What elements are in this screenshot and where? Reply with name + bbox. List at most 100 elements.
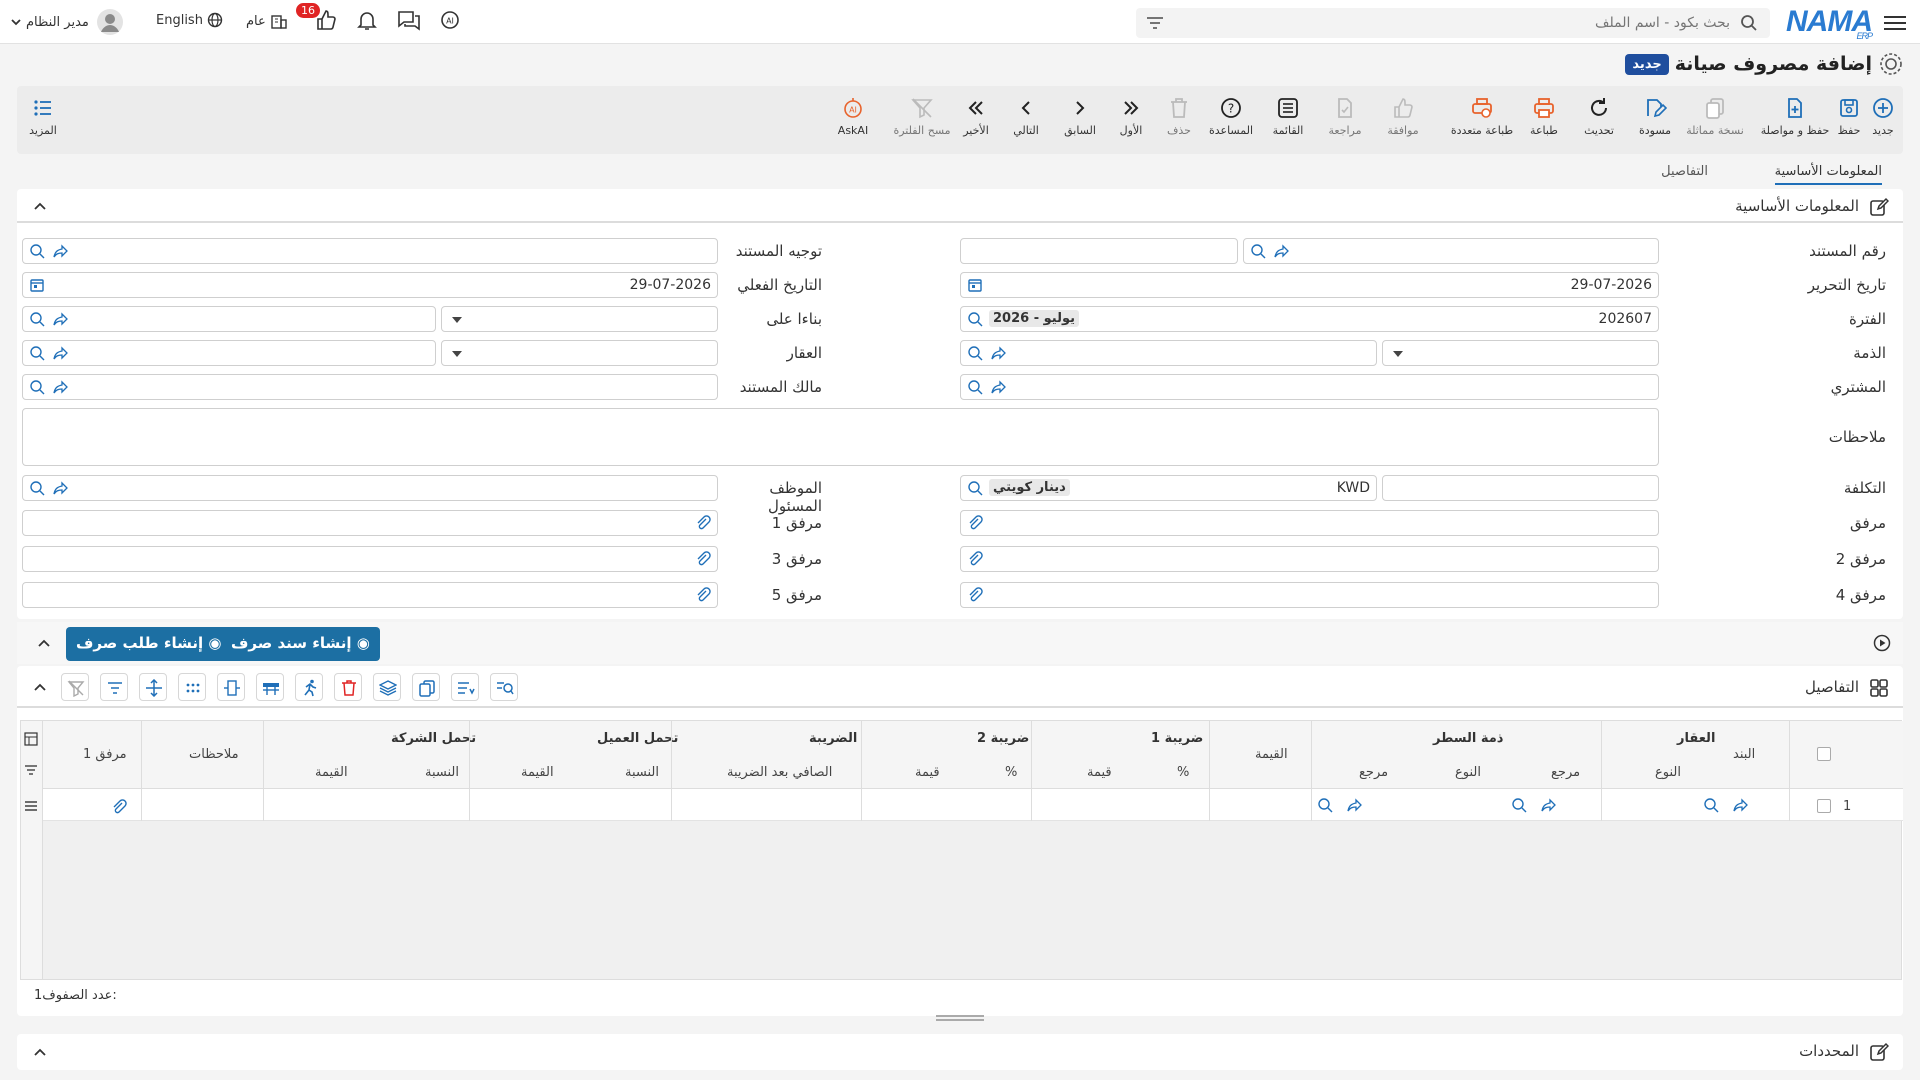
- actual-date-field[interactable]: 29-07-2026: [22, 272, 718, 298]
- create-payment-request-button[interactable]: إنشاء طلب صرف ◉: [66, 627, 232, 661]
- buyer-field[interactable]: [960, 374, 1659, 400]
- refresh-button[interactable]: تحديث: [1567, 96, 1631, 137]
- account-field[interactable]: [960, 340, 1377, 366]
- play-circle-icon[interactable]: [1873, 634, 1891, 652]
- grid-run-tool[interactable]: [295, 673, 323, 701]
- col-customer-ratio[interactable]: النسبة: [625, 765, 659, 780]
- paperclip-icon[interactable]: [111, 799, 127, 815]
- grid-move-tool[interactable]: [139, 673, 167, 701]
- currency-field[interactable]: KWD دينار كويتي: [960, 475, 1377, 501]
- bell-icon[interactable]: [355, 8, 379, 32]
- paperclip-icon[interactable]: [967, 587, 983, 603]
- share-arrow-icon[interactable]: [53, 480, 69, 496]
- ai-assistant-icon[interactable]: AI: [438, 8, 462, 32]
- table-layout-icon[interactable]: [24, 732, 38, 746]
- search-plus-icon[interactable]: [29, 311, 45, 327]
- col-attachment1[interactable]: مرفق 1: [83, 747, 127, 762]
- draft-button[interactable]: مسودة: [1623, 96, 1687, 137]
- clear-filter-button[interactable]: مسح الفلترة: [887, 96, 957, 137]
- col-company-ratio[interactable]: النسبة: [425, 765, 459, 780]
- responsible-field[interactable]: [22, 475, 718, 501]
- based-on-field[interactable]: [22, 306, 436, 332]
- attachment1-field[interactable]: [22, 510, 718, 536]
- basic-info-header[interactable]: المعلومات الأساسية: [17, 189, 1903, 223]
- chat-icon[interactable]: [396, 8, 422, 32]
- grid-delete-tool[interactable]: [334, 673, 362, 701]
- search-plus-icon[interactable]: [1317, 797, 1333, 813]
- grid-sort-tool[interactable]: [451, 673, 479, 701]
- share-arrow-icon[interactable]: [1733, 797, 1749, 813]
- resize-handle[interactable]: [936, 1015, 984, 1021]
- grid-filter-tool[interactable]: [100, 673, 128, 701]
- share-arrow-icon[interactable]: [991, 379, 1007, 395]
- search-plus-icon[interactable]: [29, 379, 45, 395]
- search-plus-icon[interactable]: [967, 311, 983, 327]
- tab-details[interactable]: التفاصيل: [1661, 164, 1708, 179]
- col-net-after-tax[interactable]: الصافي بعد الضريبة: [727, 765, 832, 780]
- column-filter-icon[interactable]: [24, 763, 38, 777]
- search-plus-icon[interactable]: [29, 345, 45, 361]
- search-plus-icon[interactable]: [967, 379, 983, 395]
- share-arrow-icon[interactable]: [1274, 243, 1290, 259]
- search-plus-icon[interactable]: [29, 480, 45, 496]
- approve-button[interactable]: موافقة: [1371, 96, 1435, 137]
- col-property-type[interactable]: النوع: [1655, 765, 1681, 780]
- share-arrow-icon[interactable]: [991, 345, 1007, 361]
- search-plus-icon[interactable]: [29, 243, 45, 259]
- paperclip-icon[interactable]: [695, 515, 711, 531]
- create-payment-voucher-button[interactable]: إنشاء سند صرف ◉: [221, 627, 380, 661]
- chevron-up-icon[interactable]: [37, 636, 51, 650]
- doc-owner-field[interactable]: [22, 374, 718, 400]
- table-row[interactable]: [43, 789, 1903, 821]
- period-field[interactable]: 202607 2026 - يوليو: [960, 306, 1659, 332]
- grid-dots-tool[interactable]: [178, 673, 206, 701]
- calendar-icon[interactable]: [29, 277, 45, 293]
- calendar-icon[interactable]: [967, 277, 983, 293]
- col-value[interactable]: القيمة: [1255, 747, 1288, 762]
- attachment-field[interactable]: [960, 510, 1659, 536]
- doc-number-secondary-field[interactable]: [960, 238, 1238, 264]
- property-type-select[interactable]: [441, 340, 718, 366]
- search-input[interactable]: [1210, 12, 1730, 34]
- col-line-account-ref[interactable]: مرجع: [1551, 765, 1580, 780]
- chevron-up-icon[interactable]: [33, 1045, 47, 1059]
- paperclip-icon[interactable]: [967, 515, 983, 531]
- grid-layers-tool[interactable]: [373, 673, 401, 701]
- share-arrow-icon[interactable]: [53, 345, 69, 361]
- doc-number-field[interactable]: [1243, 238, 1659, 264]
- grid-clear-filter-tool[interactable]: [61, 673, 89, 701]
- company-switch[interactable]: عام: [246, 12, 288, 30]
- attachment3-field[interactable]: [22, 546, 718, 572]
- row-menu-icon[interactable]: [24, 799, 38, 813]
- multi-print-button[interactable]: طباعة متعددة: [1437, 96, 1527, 137]
- search-plus-icon[interactable]: [1703, 797, 1719, 813]
- chevron-up-icon[interactable]: [33, 680, 47, 694]
- chevron-up-icon[interactable]: [33, 199, 47, 213]
- attachment5-field[interactable]: [22, 582, 718, 608]
- attachment4-field[interactable]: [960, 582, 1659, 608]
- hamburger-menu-icon[interactable]: [1884, 12, 1906, 32]
- language-switch[interactable]: English: [156, 12, 223, 28]
- property-field[interactable]: [22, 340, 436, 366]
- share-arrow-icon[interactable]: [53, 311, 69, 327]
- share-arrow-icon[interactable]: [1347, 797, 1363, 813]
- list-button[interactable]: القائمة: [1256, 96, 1320, 137]
- share-arrow-icon[interactable]: [53, 379, 69, 395]
- review-button[interactable]: مراجعة: [1313, 96, 1377, 137]
- share-arrow-icon[interactable]: [53, 243, 69, 259]
- based-on-type-select[interactable]: [441, 306, 718, 332]
- filters-header[interactable]: المحددات: [17, 1034, 1903, 1070]
- tab-basic-info[interactable]: المعلومات الأساسية: [1774, 164, 1882, 185]
- cost-field[interactable]: [1382, 475, 1659, 501]
- doc-direction-field[interactable]: [22, 238, 718, 264]
- col-notes[interactable]: ملاحظات: [189, 747, 239, 762]
- col-line-account-type[interactable]: النوع: [1455, 765, 1481, 780]
- search-plus-icon[interactable]: [967, 480, 983, 496]
- settings-gear-icon[interactable]: [1878, 51, 1904, 77]
- filter-icon[interactable]: [1146, 15, 1164, 31]
- col-tax1-amount[interactable]: قيمة: [1087, 765, 1112, 780]
- more-button[interactable]: المزيد: [11, 96, 75, 137]
- user-menu[interactable]: مدير النظام: [10, 8, 123, 36]
- paperclip-icon[interactable]: [967, 551, 983, 567]
- col-item[interactable]: البند: [1733, 747, 1755, 762]
